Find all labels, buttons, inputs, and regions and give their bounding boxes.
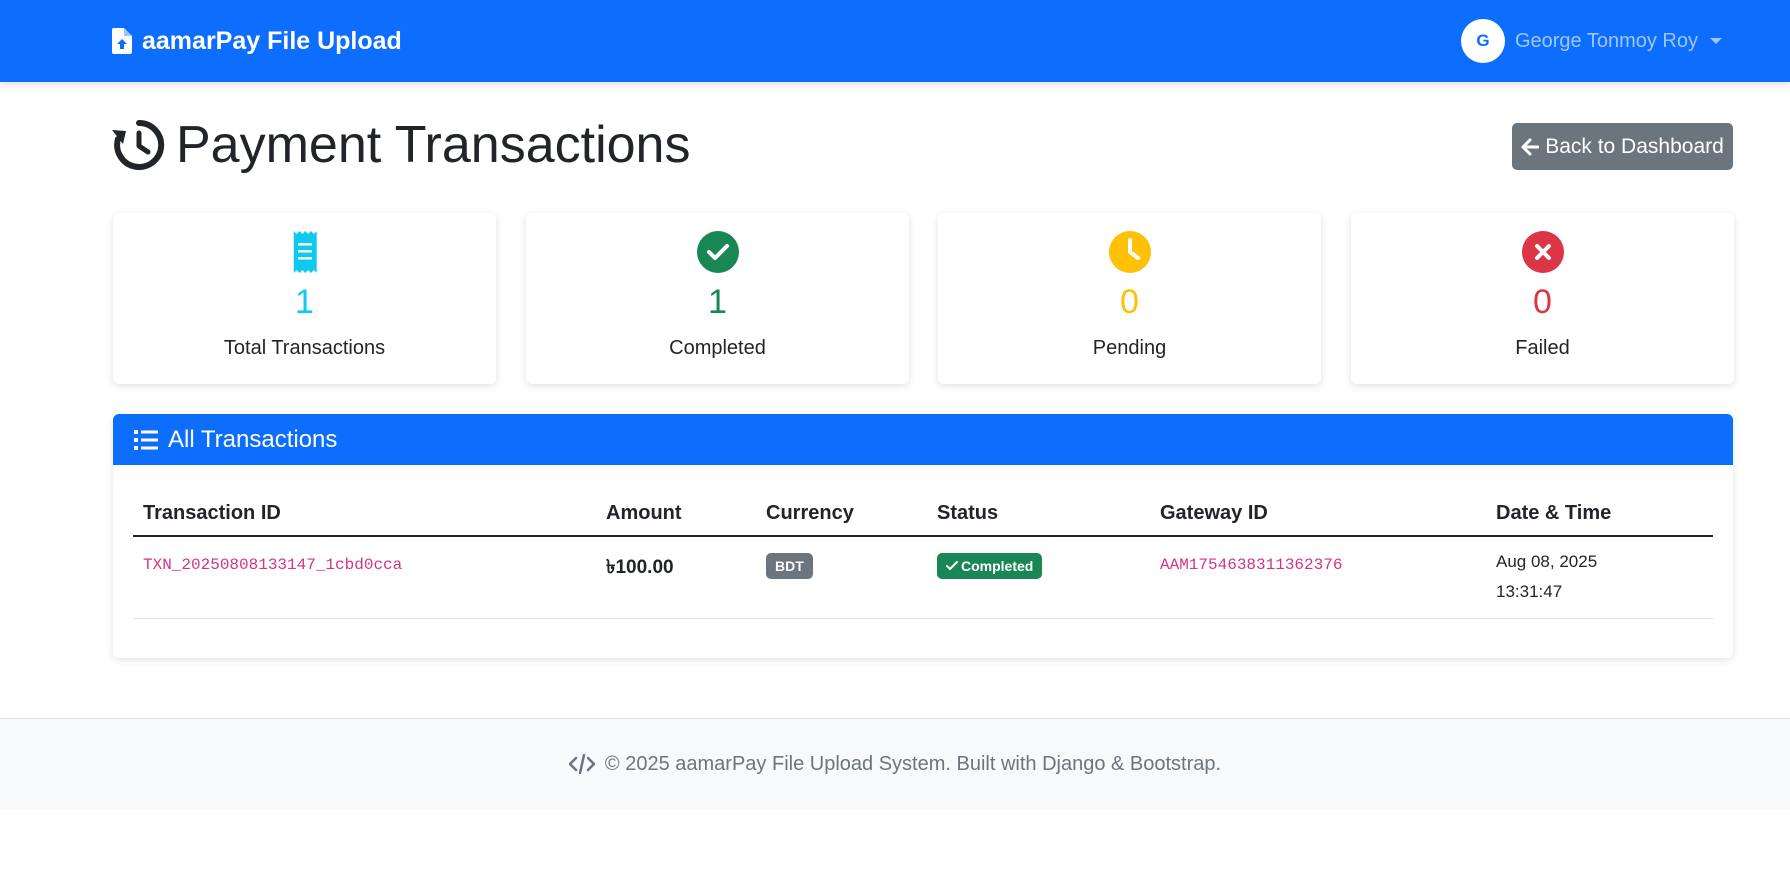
gateway-id: AAM1754638311362376 <box>1160 556 1343 574</box>
stat-value: 1 <box>708 283 727 321</box>
stat-value: 1 <box>295 283 314 321</box>
transaction-id: TXN_20250808133147_1cbd0cca <box>143 556 403 574</box>
stat-card-failed: 0 Failed <box>1351 213 1734 384</box>
stat-card-total: 1 Total Transactions <box>113 213 496 384</box>
stat-value: 0 <box>1533 283 1552 321</box>
stat-label: Failed <box>1515 337 1570 359</box>
back-button-label: Back to Dashboard <box>1545 134 1724 158</box>
amount: ৳100.00 <box>606 557 674 578</box>
clock-icon <box>1108 231 1151 273</box>
table-header-row: Transaction ID Amount Currency Status Ga… <box>133 491 1713 537</box>
stat-value: 0 <box>1120 283 1139 321</box>
status-badge: Completed <box>937 553 1043 579</box>
panel-header: All Transactions <box>113 414 1733 465</box>
arrow-left-icon <box>1521 138 1540 155</box>
receipt-icon <box>293 231 317 273</box>
stat-label: Completed <box>669 337 766 359</box>
column-header[interactable]: Amount <box>596 491 756 537</box>
column-header[interactable]: Transaction ID <box>133 491 596 537</box>
navbar: aamarPay File Upload G George Tonmoy Roy <box>0 0 1790 82</box>
back-to-dashboard-button[interactable]: Back to Dashboard <box>1512 123 1733 170</box>
column-header[interactable]: Date & Time <box>1486 491 1713 537</box>
brand-link[interactable]: aamarPay File Upload <box>112 26 402 56</box>
column-header[interactable]: Currency <box>756 491 927 537</box>
currency-badge: BDT <box>766 553 813 579</box>
transaction-time: 13:31:47 <box>1496 582 1563 601</box>
x-circle-icon <box>1521 231 1564 273</box>
status-label: Completed <box>961 558 1034 574</box>
page-title-text: Payment Transactions <box>176 116 691 174</box>
caret-down-icon <box>1710 38 1722 44</box>
file-upload-icon <box>112 28 132 54</box>
user-menu[interactable]: G George Tonmoy Roy <box>1460 19 1722 63</box>
check-circle-icon <box>696 231 739 273</box>
transaction-date: Aug 08, 2025 <box>1496 552 1598 571</box>
table-row[interactable]: TXN_20250808133147_1cbd0cca ৳100.00 BDT … <box>133 536 1713 619</box>
footer: © 2025 aamarPay File Upload System. Buil… <box>0 718 1790 809</box>
transactions-table: Transaction ID Amount Currency Status Ga… <box>133 491 1713 619</box>
user-name: George Tonmoy Roy <box>1514 29 1698 52</box>
transactions-panel: All Transactions Transaction ID Amount C… <box>113 414 1733 658</box>
stat-label: Total Transactions <box>223 337 386 359</box>
panel-title: All Transactions <box>168 425 338 453</box>
brand-label: aamarPay File Upload <box>142 26 402 55</box>
stat-label: Pending <box>1092 337 1167 359</box>
code-icon <box>568 754 595 774</box>
footer-text: © 2025 aamarPay File Upload System. Buil… <box>604 752 1222 775</box>
page-title: Payment Transactions <box>112 112 690 178</box>
history-icon <box>112 119 165 170</box>
stat-card-pending: 0 Pending <box>938 213 1321 384</box>
avatar: G <box>1460 19 1505 63</box>
list-icon <box>134 429 158 450</box>
check-icon <box>946 561 958 570</box>
column-header[interactable]: Status <box>927 491 1150 537</box>
column-header[interactable]: Gateway ID <box>1150 491 1486 537</box>
stat-card-completed: 1 Completed <box>526 213 909 384</box>
